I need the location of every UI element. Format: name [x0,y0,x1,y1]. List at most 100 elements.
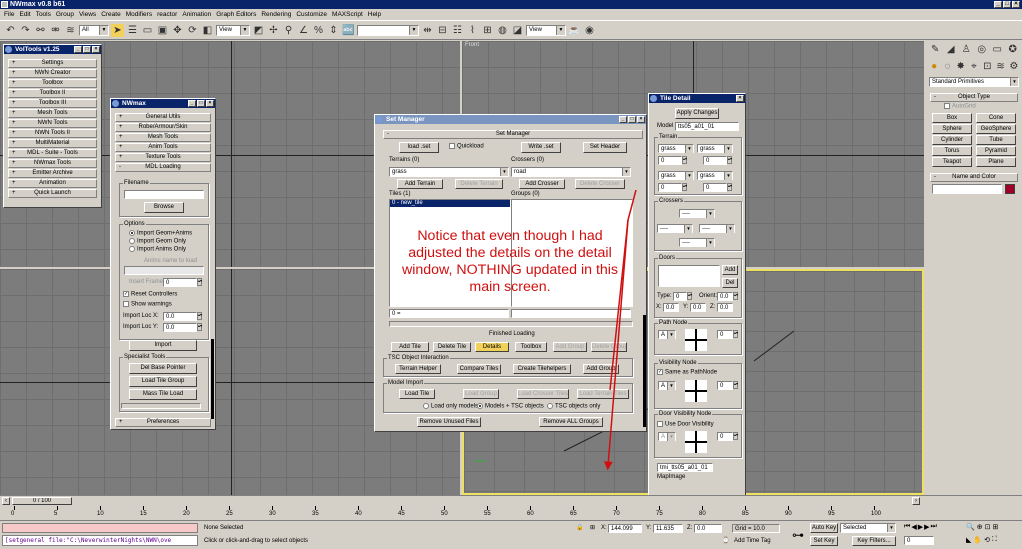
set-manager-minimize[interactable]: _ [619,116,627,123]
move-icon[interactable]: ✥ [171,24,184,37]
path-node-rotation-spinner[interactable]: ▴▾ [733,330,738,338]
key-mode-dropdown[interactable]: Selected [840,523,896,533]
menu-item[interactable]: Group [56,11,74,18]
render-type-dropdown[interactable]: View [526,24,566,36]
zoom-extents-all-icon[interactable]: ⊞ [992,523,998,531]
load-tile-button[interactable]: Load Tile [399,389,435,399]
voltools-rollout[interactable]: + Toolbox III [8,99,97,108]
time-tag-icon[interactable]: ⌚ [722,537,729,544]
set-key-button[interactable]: Set Key [810,536,838,546]
menu-item[interactable]: Animation [182,11,211,18]
delete-crosser-button[interactable]: Delete Crosser [575,179,625,189]
radio-import-geom-only[interactable]: Import Geom Only [129,238,186,245]
load-set-button[interactable]: load .set [399,142,439,153]
primitive-torus-button[interactable]: Torus [932,146,972,156]
voltools-rollout[interactable]: + Toolbox [8,79,97,88]
primitive-box-button[interactable]: Box [932,113,972,123]
snap-icon[interactable]: ⚲ [282,24,295,37]
import-loc-y-input[interactable]: 0.0 [163,323,197,332]
import-loc-y-spinner[interactable]: ▴▾ [197,323,202,331]
filename-input[interactable] [124,190,204,199]
menu-item[interactable]: Modifiers [126,11,152,18]
mass-tile-load-button[interactable]: Mass Tile Load [129,389,197,400]
height-br-spinner[interactable]: ▴▾ [727,183,732,191]
remove-all-groups-button[interactable]: Remove ALL Groups [539,417,603,427]
object-name-input[interactable] [932,184,1002,194]
terrain-helper-button[interactable]: Terrain Helper [395,364,441,374]
browse-button[interactable]: Browse [144,202,184,213]
curve-editor-icon[interactable]: ⌇ [466,24,479,37]
spinner-snap-icon[interactable]: ⇕ [327,24,340,37]
door-visibility-dropdown[interactable]: A [658,432,676,441]
del-base-pointer-button[interactable]: Del Base Pointer [129,363,197,374]
doors-list[interactable] [658,265,720,287]
bind-spacewarp-icon[interactable]: ≋ [64,24,77,37]
nwmax-rollout[interactable]: + Robe/Armour/Skin [115,123,211,132]
select-region-icon[interactable]: ▭ [141,24,154,37]
menu-item[interactable]: MAXScript [332,11,363,18]
reference-coordinate-dropdown[interactable]: View [216,24,250,36]
set-manager-maximize[interactable]: □ [628,116,636,123]
primitive-sphere-button[interactable]: Sphere [932,124,972,134]
tile-list-item[interactable]: 0 - new_tile [390,200,510,207]
voltools-rollout[interactable]: + Quick Launch [8,189,97,198]
zoom-all-icon[interactable]: ⊕ [977,523,983,531]
load-tile-group-button[interactable]: Load Tile Group [129,376,197,387]
geometry-icon[interactable]: ● [929,60,939,73]
visibility-node-orientation-icon[interactable] [685,380,707,402]
mapimage-input[interactable]: tmi_tts05_a01_01 [657,463,713,472]
nwmax-rollout[interactable]: + Anim Tools [115,143,211,152]
menu-item[interactable]: reactor [157,11,177,18]
auto-key-button[interactable]: Auto Key [810,523,838,533]
nwmax-rollout[interactable]: + General Utils [115,113,211,122]
voltools-rollout[interactable]: + Settings [8,59,97,68]
terrain-tr-dropdown[interactable]: grass [697,144,733,153]
cameras-icon[interactable]: ⌖ [969,60,979,73]
scale-icon[interactable]: ◧ [201,24,214,37]
door-visibility-orientation-icon[interactable] [685,431,707,453]
select-by-name-icon[interactable]: ☰ [126,24,139,37]
voltools-close[interactable]: × [92,46,100,53]
hierarchy-tab-icon[interactable]: ♙ [960,43,973,56]
use-door-visibility-checkbox[interactable]: Use Door Visibility [657,421,714,428]
remove-unused-files-button[interactable]: Remove Unused Files [417,417,481,427]
prev-frame-icon[interactable]: ◀ [911,523,916,531]
quick-render-icon[interactable]: ☕ [568,24,581,37]
align-icon[interactable]: ⊟ [436,24,449,37]
select-arrow-icon[interactable]: ➤ [111,23,124,37]
motion-tab-icon[interactable]: ◎ [976,43,989,56]
door-visibility-rotation-spinner[interactable]: ▴▾ [733,432,738,440]
height-bl-input[interactable]: 0 [658,183,682,192]
pivot-icon[interactable]: ◩ [252,24,265,37]
rollout-name-and-color[interactable]: - Name and Color [930,173,1018,182]
import-loc-x-spinner[interactable]: ▴▾ [197,312,202,320]
reset-controllers-checkbox[interactable]: ✓ Reset Controllers [123,291,177,298]
voltools-maximize[interactable]: □ [83,46,91,53]
crosser-dropdown[interactable]: road [511,167,631,177]
zoom-icon[interactable]: 🔍 [966,523,975,531]
nwmax-rollout[interactable]: + Mesh Tools [115,133,211,142]
insert-frame-spinner[interactable]: ▴▾ [197,278,202,286]
voltools-rollout[interactable]: + MDL - Suite - Tools [8,149,97,158]
primitive-cylinder-button[interactable]: Cylinder [932,135,972,145]
add-time-tag-button[interactable]: Add Time Tag [734,538,771,544]
nwmax-maximize[interactable]: □ [197,100,205,107]
primitive-plane-button[interactable]: Plane [976,157,1016,167]
coord-z-input[interactable]: 0.0 [694,524,722,533]
toolbox-button[interactable]: Toolbox [515,342,547,352]
menu-item[interactable]: File [4,11,14,18]
rotate-icon[interactable]: ⟳ [186,24,199,37]
primitive-pyramid-button[interactable]: Pyramid [976,146,1016,156]
radio-import-geom-anims[interactable]: Import Geom+Anims [129,230,192,237]
voltools-rollout[interactable]: + NWN Tools [8,119,97,128]
door-type-spinner[interactable]: ▴▾ [687,292,692,300]
autogrid-checkbox[interactable]: AutoGrid [944,103,976,110]
load-group-button[interactable]: Load Group [463,389,499,399]
voltools-rollout[interactable]: + Mesh Tools [8,109,97,118]
write-set-button[interactable]: Write .set [521,142,561,153]
orbit-icon[interactable]: ⟲ [984,536,990,544]
object-color-swatch[interactable] [1005,184,1015,194]
voltools-rollout[interactable]: + Animation [8,179,97,188]
percent-snap-icon[interactable]: % [312,24,325,37]
window-crossing-icon[interactable]: ▣ [156,24,169,37]
